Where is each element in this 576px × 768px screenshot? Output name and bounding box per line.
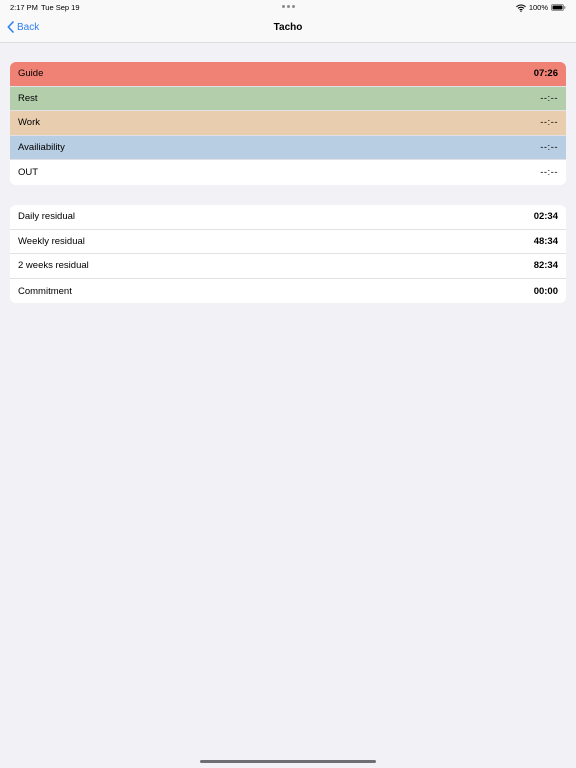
activity-status-row[interactable]: Guide 07:26: [10, 62, 566, 87]
residual-row[interactable]: Daily residual 02:34: [10, 205, 566, 230]
activity-status-card: Guide 07:26 Rest --:-- Work --:-- Availiabilit…: [10, 62, 566, 185]
home-indicator[interactable]: [200, 760, 376, 763]
activity-status-value: --:--: [540, 142, 558, 154]
multitasking-dots-icon[interactable]: [282, 5, 295, 8]
battery-icon: [551, 4, 566, 11]
residual-label: Weekly residual: [18, 235, 85, 247]
activity-status-value: 07:26: [533, 68, 558, 80]
activity-status-value: --:--: [540, 92, 558, 104]
residual-row[interactable]: Commitment 00:00: [10, 279, 566, 304]
residual-label: Daily residual: [18, 211, 76, 223]
status-bar: 2:17 PM Tue Sep 19 100%: [0, 0, 576, 14]
residual-value: 48:34: [533, 235, 558, 247]
activity-status-row[interactable]: Rest --:--: [10, 86, 566, 112]
status-time: 2:17 PM: [10, 3, 38, 12]
page-title: Tacho: [273, 22, 303, 33]
status-date: Tue Sep 19: [41, 3, 80, 12]
residual-value: 82:34: [533, 260, 558, 272]
navigation-bar: Back Tacho: [0, 14, 576, 43]
activity-status-row[interactable]: OUT --:--: [10, 160, 566, 185]
status-right: 100%: [515, 3, 566, 12]
activity-status-label: Guide: [18, 68, 44, 80]
residual-row[interactable]: 2 weeks residual 82:34: [10, 254, 566, 279]
activity-status-label: Rest: [18, 92, 38, 104]
wifi-icon: [515, 4, 526, 12]
residual-label: Commitment: [18, 285, 72, 297]
residual-times-card: Daily residual 02:34 Weekly residual 48:34 2…: [10, 205, 566, 304]
activity-status-row[interactable]: Availiability --:--: [10, 135, 566, 161]
activity-status-row[interactable]: Work --:--: [10, 111, 566, 136]
activity-status-value: --:--: [540, 117, 558, 129]
residual-value: 00:00: [533, 285, 558, 297]
activity-status-value: --:--: [540, 167, 558, 179]
residual-value: 02:34: [533, 211, 558, 223]
activity-status-label: OUT: [18, 167, 39, 179]
residual-row[interactable]: Weekly residual 48:34: [10, 230, 566, 255]
activity-status-label: Availiability: [18, 142, 65, 154]
activity-status-label: Work: [18, 117, 40, 129]
battery-percentage: 100%: [528, 3, 548, 12]
residual-label: 2 weeks residual: [18, 260, 89, 272]
